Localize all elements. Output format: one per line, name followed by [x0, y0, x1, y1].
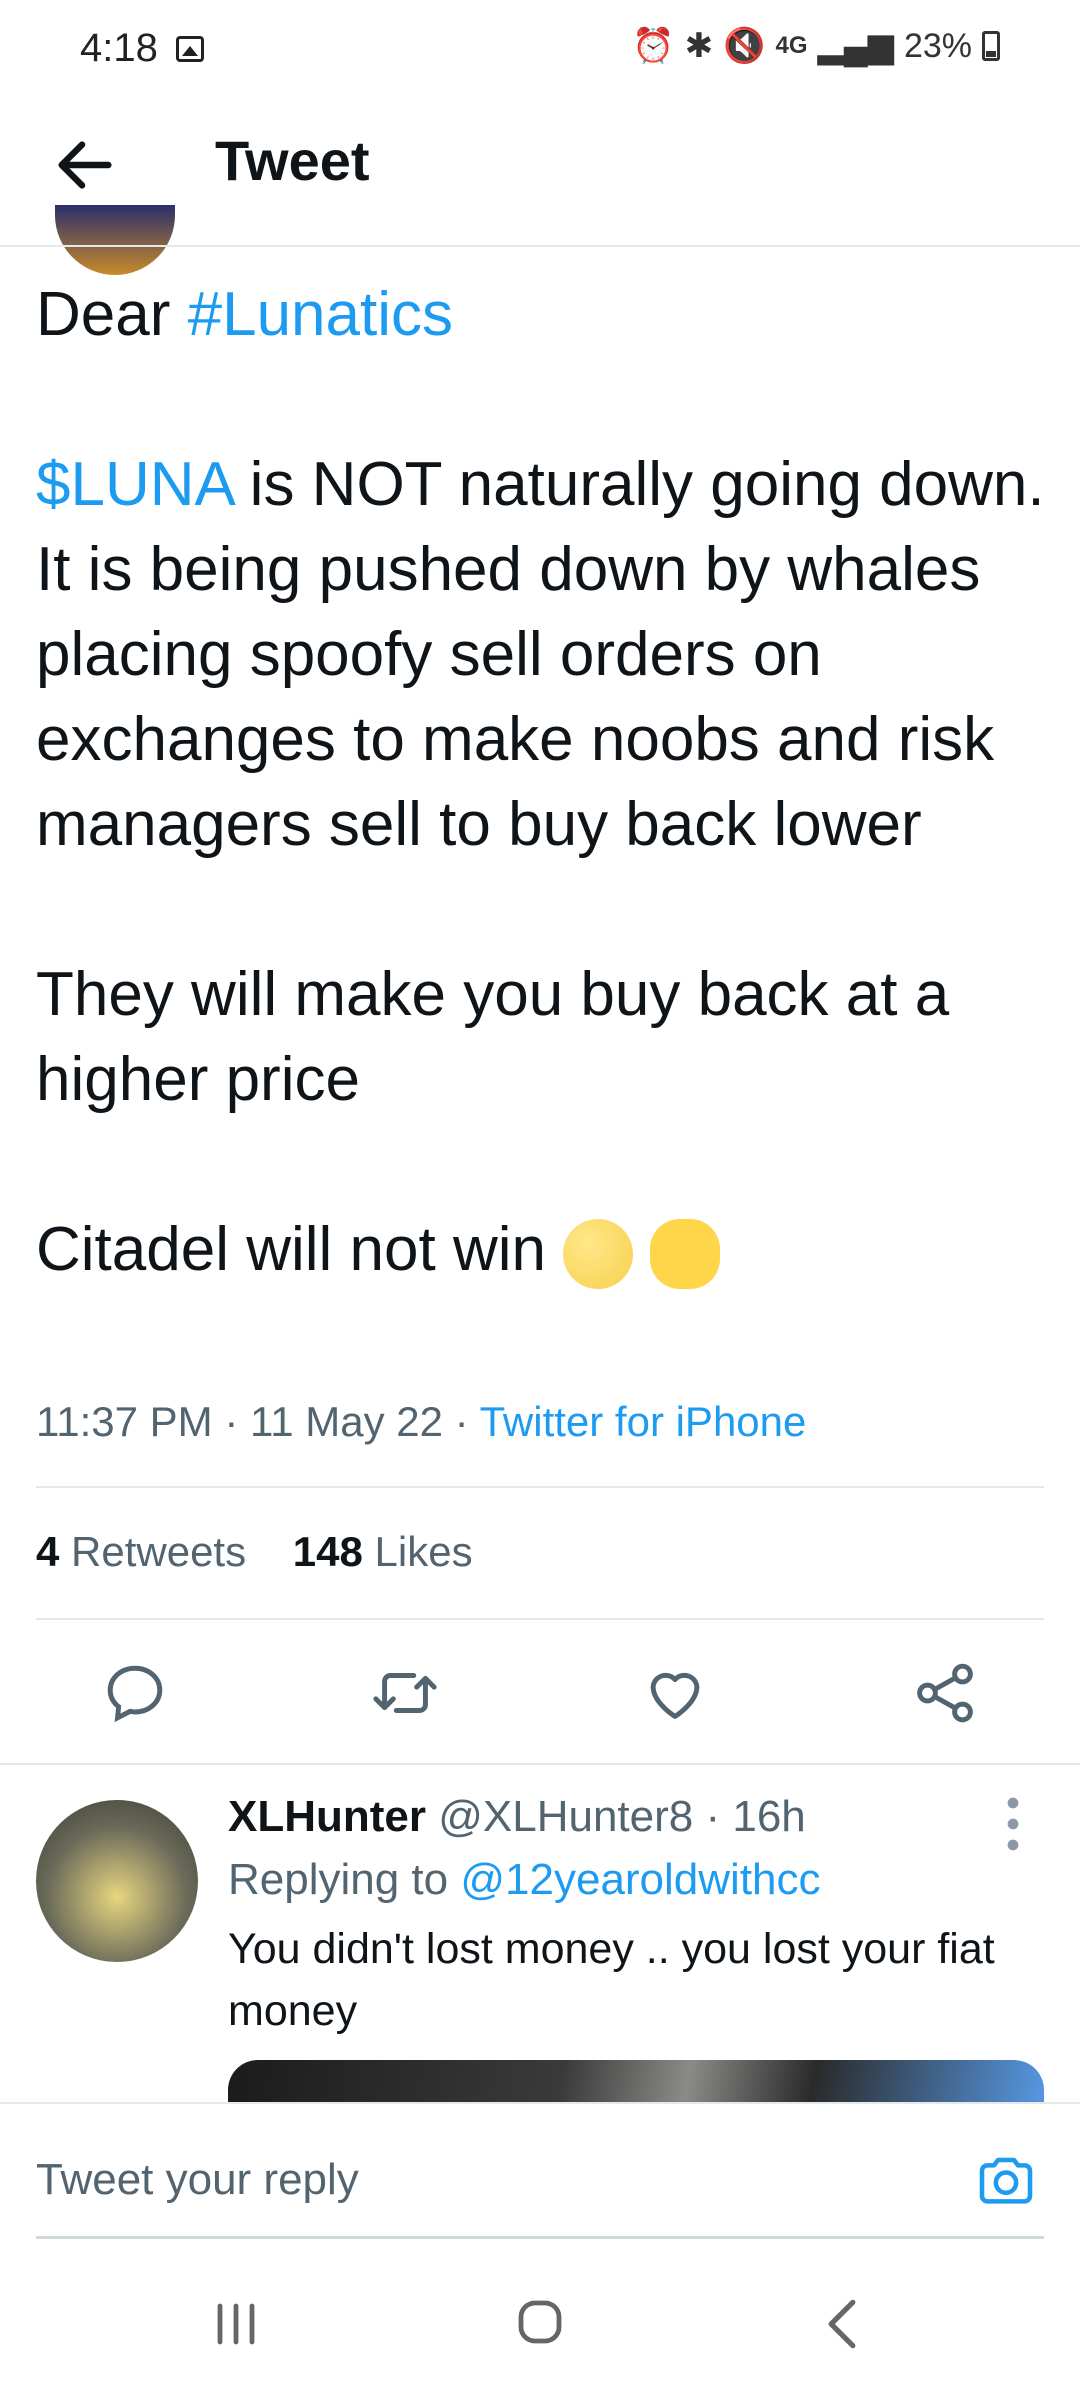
tweet-paragraph-3: They will make you buy back at a higher … — [36, 960, 967, 1114]
likes-stat[interactable]: 148 Likes — [293, 1528, 473, 1575]
mute-icon: 🔇 — [723, 27, 766, 65]
tweet-paragraph-4: Citadel will not win — [36, 1215, 546, 1284]
replying-prefix: Replying to — [228, 1855, 461, 1904]
alarm-icon: ⏰ — [632, 27, 675, 65]
tweet-stats: 4 Retweets 148 Likes — [36, 1528, 473, 1576]
share-icon[interactable] — [910, 1658, 980, 1728]
header-divider — [0, 245, 1080, 247]
page-title: Tweet — [215, 129, 370, 192]
status-time: 4:18 — [80, 26, 158, 70]
home-nav-icon[interactable] — [516, 2298, 564, 2346]
fist-emoji-icon — [650, 1218, 721, 1289]
tweet-meta: 11:37 PM · 11 May 22 · Twitter for iPhon… — [36, 1398, 806, 1446]
replying-to-line: Replying to @12yearoldwithcc — [228, 1855, 821, 1905]
moon-emoji-icon — [563, 1218, 634, 1289]
meta-separator: · — [442, 1398, 480, 1445]
recents-nav-icon[interactable] — [212, 2302, 260, 2346]
meta-divider — [36, 1486, 1044, 1488]
tweet-source-link[interactable]: Twitter for iPhone — [480, 1398, 807, 1445]
camera-icon[interactable] — [974, 2148, 1038, 2212]
status-icons: ⏰ ✱ 🔇 4G ▂▄▆ 23% — [632, 26, 1000, 66]
battery-icon — [982, 31, 1000, 61]
more-options-icon[interactable] — [1006, 1796, 1020, 1852]
composer-underline — [36, 2236, 1044, 2239]
reply-handle-time: @XLHunter8 · 16h — [426, 1792, 806, 1841]
actions-divider — [0, 1763, 1080, 1765]
signal-icon: ▂▄▆ — [817, 27, 894, 65]
replying-to-link[interactable]: @12yearoldwithcc — [460, 1855, 820, 1904]
like-heart-icon[interactable] — [640, 1658, 710, 1728]
tweet-text: Dear #Lunatics $LUNA is NOT naturally go… — [36, 272, 1046, 1292]
reply-avatar[interactable] — [36, 1800, 198, 1962]
likes-label: Likes — [362, 1528, 473, 1575]
stats-divider — [36, 1618, 1044, 1620]
reply-author-name[interactable]: XLHunter — [228, 1792, 426, 1841]
back-nav-icon[interactable] — [822, 2298, 862, 2350]
retweets-stat[interactable]: 4 Retweets — [36, 1528, 246, 1575]
retweets-label: Retweets — [59, 1528, 247, 1575]
reply-text: You didn't lost money .. you lost your f… — [228, 1925, 995, 2035]
gallery-notification-icon — [176, 36, 204, 62]
back-arrow-icon[interactable] — [50, 130, 120, 200]
likes-count: 148 — [292, 1528, 363, 1575]
reply-input[interactable]: Tweet your reply — [36, 2155, 359, 2205]
author-avatar[interactable] — [55, 205, 175, 275]
meta-separator: · — [212, 1398, 250, 1445]
tweet-text-greeting: Dear — [36, 280, 188, 349]
reply-icon[interactable] — [100, 1658, 170, 1728]
cashtag-link[interactable]: $LUNA — [36, 450, 232, 519]
network-label: 4G — [775, 32, 808, 59]
retweets-count: 4 — [36, 1528, 60, 1575]
battery-percent: 23% — [903, 26, 972, 65]
tweet-time: 11:37 PM — [36, 1398, 213, 1445]
reply-header: XLHunter @XLHunter8 · 16h — [228, 1792, 806, 1842]
tweet-date: 11 May 22 — [249, 1398, 443, 1445]
hashtag-link[interactable]: #Lunatics — [188, 280, 453, 349]
retweet-icon[interactable] — [370, 1658, 440, 1728]
bluetooth-icon: ✱ — [684, 27, 714, 65]
